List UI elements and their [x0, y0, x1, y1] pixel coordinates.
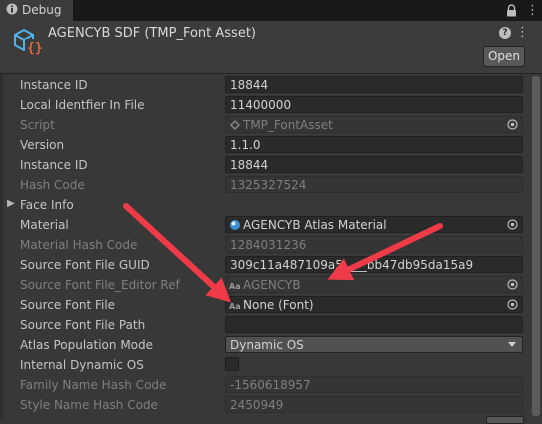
field-value: 18844	[230, 78, 269, 92]
checkbox[interactable]	[225, 357, 239, 371]
value-field: 2450949	[225, 396, 523, 413]
property-row-internal-dynamic-os: Internal Dynamic OS	[0, 355, 528, 375]
value-field: 1284031236	[225, 236, 523, 253]
scrollbar-thumb[interactable]	[532, 76, 540, 416]
field-value: Dynamic OS	[230, 338, 304, 352]
lock-icon[interactable]	[506, 4, 517, 17]
property-label[interactable]: Face Info	[20, 198, 74, 212]
object-field: Aa AGENCYB	[225, 276, 523, 293]
font-file-icon: Aa	[229, 302, 241, 311]
object-field[interactable]: Aa None (Font)	[225, 296, 523, 313]
property-label: Internal Dynamic OS	[20, 358, 144, 372]
field-value: TMP_FontAsset	[243, 118, 333, 132]
value-field[interactable]: 18844	[225, 76, 523, 93]
property-row-atlas-population-mode: Atlas Population Mode Dynamic OS	[0, 335, 528, 355]
field-value: 309c11a487109a5____bb47db95da15a9	[230, 258, 474, 272]
property-label: Atlas Population Mode	[20, 338, 154, 352]
property-row-family-name-hash-code: Family Name Hash Code -1560618957	[0, 375, 528, 395]
value-field[interactable]: 1.1.0	[225, 136, 523, 153]
property-row-instance-id: Instance ID 18844	[0, 75, 528, 95]
property-label: Instance ID	[20, 78, 88, 92]
tab-label: Debug	[22, 3, 62, 17]
settings-icon[interactable]: ⋮	[516, 25, 529, 40]
dropdown-caret-icon	[508, 342, 516, 347]
object-picker-icon[interactable]	[507, 299, 518, 310]
field-value: 1325327524	[230, 178, 307, 192]
value-field: 1325327524	[225, 176, 523, 193]
property-row-source-font-file: Source Font File Aa None (Font)	[0, 295, 528, 315]
property-row-local-identfier-in-file: Local Identfier In File 11400000	[0, 95, 528, 115]
open-button[interactable]: Open	[483, 46, 525, 67]
more-options-icon[interactable]: ⋮	[526, 4, 539, 17]
property-label: Instance ID	[20, 158, 88, 172]
field-value: AGENCYB Atlas Material	[243, 218, 387, 232]
svg-text:Aa: Aa	[229, 302, 241, 311]
font-file-icon: Aa	[229, 282, 241, 291]
field-value: 18844	[230, 158, 269, 172]
property-label: Version	[20, 138, 65, 152]
asset-title: AGENCYB SDF (TMP_Font Asset)	[48, 26, 256, 41]
svg-text:{}: {}	[27, 41, 42, 56]
value-field: -1560618957	[225, 376, 523, 393]
partial-button[interactable]	[486, 416, 524, 424]
object-picker-icon[interactable]	[507, 279, 518, 290]
font-asset-icon: {}	[14, 28, 42, 56]
object-field: TMP_FontAsset	[225, 116, 523, 133]
object-picker-icon[interactable]	[507, 119, 518, 130]
property-row-instance-id: Instance ID 18844	[0, 155, 528, 175]
material-icon	[230, 220, 240, 230]
object-field[interactable]: AGENCYB Atlas Material	[225, 216, 523, 233]
property-label: Material Hash Code	[20, 238, 138, 252]
object-picker-icon[interactable]	[507, 219, 518, 230]
property-row-hash-code: Hash Code 1325327524	[0, 175, 528, 195]
value-field[interactable]	[225, 316, 523, 333]
window-tab-bar: Debug ⋮	[0, 0, 542, 21]
script-icon	[230, 120, 240, 130]
value-field[interactable]: 11400000	[225, 96, 523, 113]
field-value: -1560618957	[230, 378, 311, 392]
property-label: Source Font File	[20, 298, 116, 312]
property-label: Family Name Hash Code	[20, 378, 167, 392]
property-label: Script	[20, 118, 55, 132]
property-row-face-info: ▶ Face Info	[0, 195, 528, 215]
field-value: 11400000	[230, 98, 292, 112]
dropdown-field[interactable]: Dynamic OS	[225, 336, 523, 353]
property-row-style-name-hash-code: Style Name Hash Code 2450949	[0, 395, 528, 415]
property-row-material: Material AGENCYB Atlas Material	[0, 215, 528, 235]
property-row-script: Script TMP_FontAsset	[0, 115, 528, 135]
field-value: None (Font)	[243, 298, 314, 312]
field-value: AGENCYB	[243, 278, 301, 292]
field-value: 2450949	[230, 398, 284, 412]
property-label: Source Font File Path	[20, 318, 146, 332]
foldout-arrow-icon[interactable]: ▶	[7, 198, 15, 209]
property-label: Local Identfier In File	[20, 98, 145, 112]
property-label: Style Name Hash Code	[20, 398, 158, 412]
property-row-source-font-file-editor-ref: Source Font File_Editor Ref Aa AGENCYB	[0, 275, 528, 295]
property-label: Hash Code	[20, 178, 85, 192]
value-field[interactable]: 309c11a487109a5____bb47db95da15a9	[225, 256, 523, 273]
value-field[interactable]: 18844	[225, 156, 523, 173]
property-label: Material	[20, 218, 69, 232]
property-label: Source Font File GUID	[20, 258, 150, 272]
tab-debug[interactable]: Debug	[0, 0, 73, 21]
debug-info-icon	[6, 3, 18, 15]
property-label: Source Font File_Editor Ref	[20, 278, 180, 292]
inspector-header: {} AGENCYB SDF (TMP_Font Asset) ? ⋮ Open	[0, 21, 542, 74]
field-value: 1284031236	[230, 238, 307, 252]
property-row-source-font-file-guid: Source Font File GUID 309c11a487109a5____…	[0, 255, 528, 275]
svg-text:Aa: Aa	[229, 282, 241, 291]
help-icon[interactable]: ?	[499, 27, 511, 39]
property-row-version: Version 1.1.0	[0, 135, 528, 155]
property-row-material-hash-code: Material Hash Code 1284031236	[0, 235, 528, 255]
field-value: 1.1.0	[230, 138, 261, 152]
property-row-source-font-file-path: Source Font File Path	[0, 315, 528, 335]
